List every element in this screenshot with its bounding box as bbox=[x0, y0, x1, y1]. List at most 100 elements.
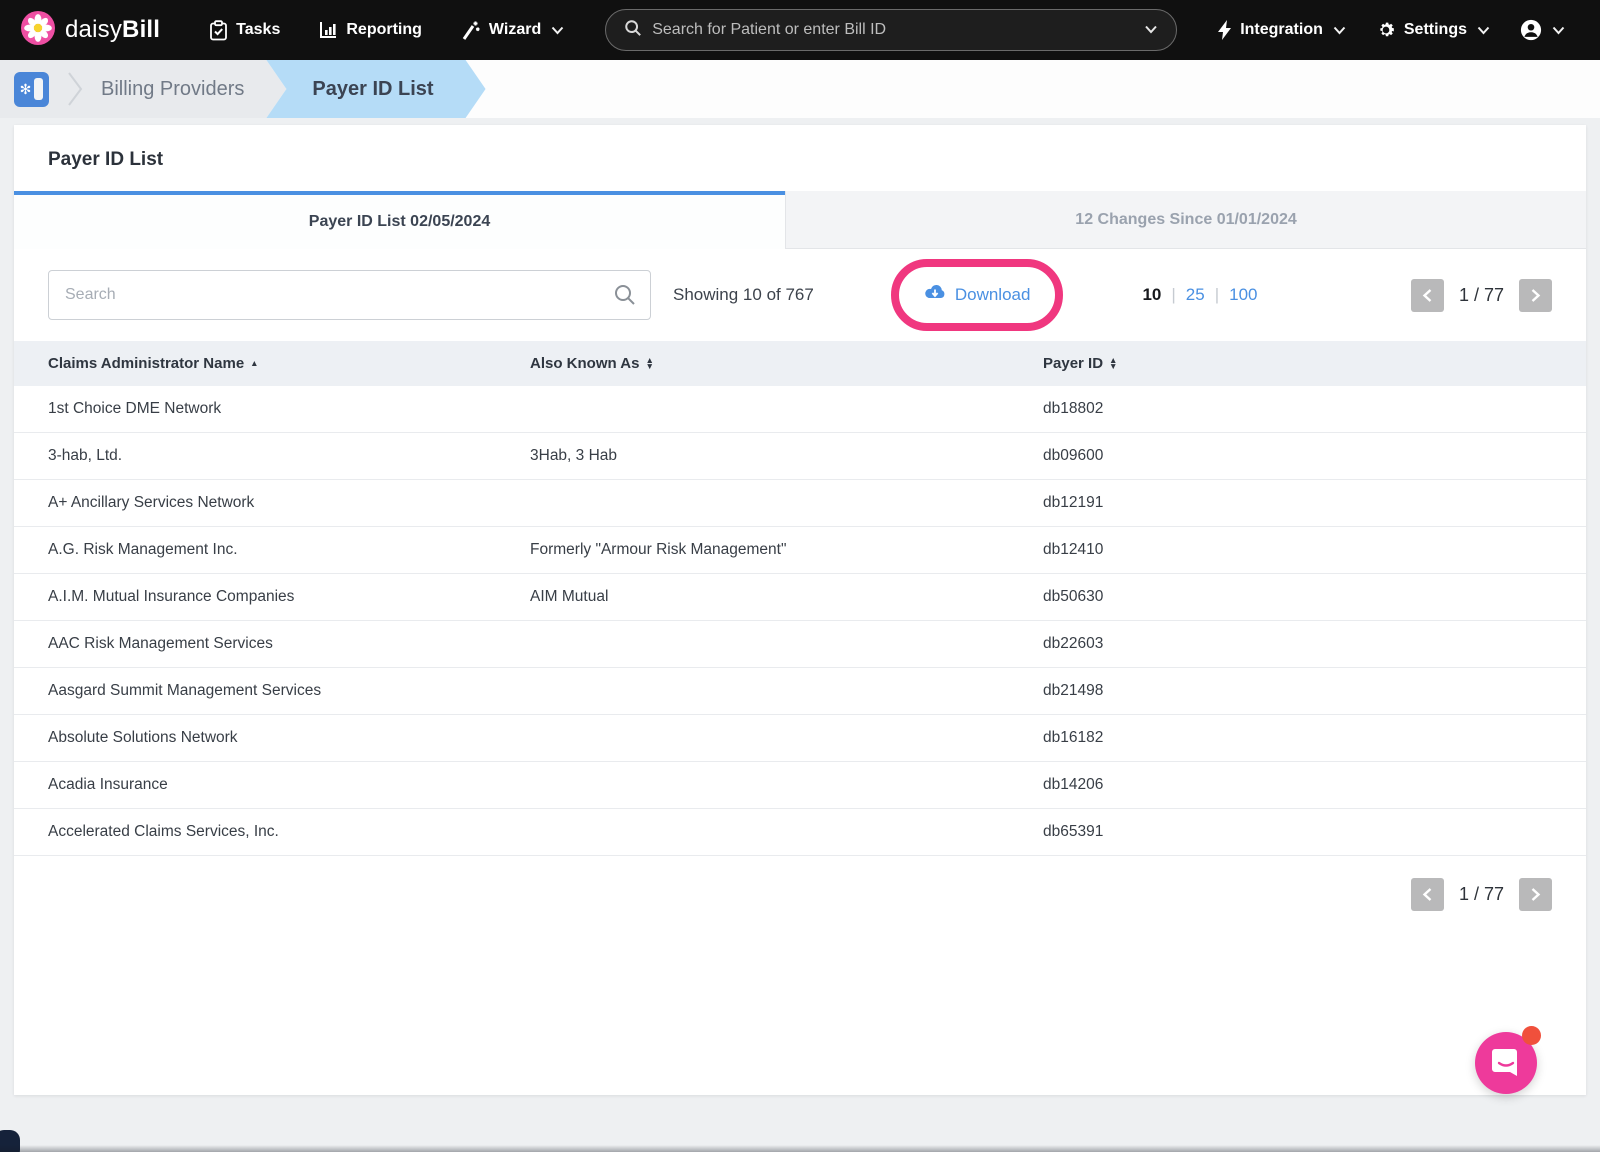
bar-glyph bbox=[34, 78, 43, 100]
breadcrumb-current-label: Payer ID List bbox=[312, 78, 433, 101]
table-row: Aasgard Summit Management Services db214… bbox=[14, 668, 1586, 715]
column-label: Payer ID bbox=[1043, 355, 1103, 372]
daisybill-logo[interactable]: daisyBill bbox=[20, 10, 160, 51]
breadcrumb: ✻ Billing Providers Payer ID List bbox=[0, 60, 1600, 118]
nav-settings[interactable]: Settings bbox=[1361, 0, 1505, 60]
download-button[interactable]: Download bbox=[924, 284, 1031, 306]
reporting-chart-icon bbox=[318, 20, 338, 40]
tab-changes-since[interactable]: 12 Changes Since 01/01/2024 bbox=[785, 191, 1586, 249]
chevron-down-icon[interactable] bbox=[1144, 21, 1158, 39]
chat-bubble-icon bbox=[1489, 1045, 1523, 1082]
table-row: 3-hab, Ltd. 3Hab, 3 Hab db09600 bbox=[14, 433, 1586, 480]
brand-wordmark: daisyBill bbox=[65, 16, 160, 44]
next-page-button[interactable] bbox=[1519, 878, 1552, 911]
nav-integration[interactable]: Integration bbox=[1203, 0, 1361, 60]
cell-claims-admin-name: Acadia Insurance bbox=[48, 776, 530, 794]
cell-claims-admin-name: A+ Ancillary Services Network bbox=[48, 494, 530, 512]
nav-tasks-label: Tasks bbox=[236, 21, 280, 39]
screen-bottom-edge bbox=[0, 1145, 1600, 1152]
sort-asc-icon: ▲ bbox=[250, 361, 258, 366]
window-corner-peek bbox=[0, 1130, 20, 1152]
search-icon bbox=[613, 283, 637, 312]
table-toolbar: Showing 10 of 767 Download 10 | 25 | 100 bbox=[14, 249, 1586, 341]
table-row: 1st Choice DME Network db18802 bbox=[14, 386, 1586, 433]
cell-claims-admin-name: A.I.M. Mutual Insurance Companies bbox=[48, 588, 530, 606]
cell-also-known-as: AIM Mutual bbox=[530, 588, 1043, 606]
nav-right-group: Integration Settings bbox=[1203, 0, 1580, 60]
nav-reporting[interactable]: Reporting bbox=[303, 0, 437, 60]
cell-payer-id: db18802 bbox=[1043, 400, 1552, 418]
user-icon bbox=[1520, 19, 1542, 41]
lightning-bolt-icon bbox=[1218, 20, 1232, 40]
page-size-25[interactable]: 25 bbox=[1186, 285, 1205, 305]
table-row: Absolute Solutions Network db16182 bbox=[14, 715, 1586, 762]
page-title: Payer ID List bbox=[14, 125, 1586, 191]
cell-claims-admin-name: Accelerated Claims Services, Inc. bbox=[48, 823, 530, 841]
prev-page-button[interactable] bbox=[1411, 279, 1444, 312]
tab-payer-id-list[interactable]: Payer ID List 02/05/2024 bbox=[14, 191, 785, 249]
cell-payer-id: db12410 bbox=[1043, 541, 1552, 559]
nav-wizard[interactable]: Wizard bbox=[445, 0, 579, 60]
search-icon bbox=[624, 19, 642, 42]
cell-payer-id: db22603 bbox=[1043, 635, 1552, 653]
page-indicator: 1 / 77 bbox=[1459, 884, 1504, 905]
nav-wizard-label: Wizard bbox=[489, 21, 541, 39]
table-search-input[interactable] bbox=[48, 270, 651, 320]
global-search[interactable] bbox=[605, 9, 1177, 51]
chevron-down-icon bbox=[1477, 26, 1490, 35]
cell-claims-admin-name: AAC Risk Management Services bbox=[48, 635, 530, 653]
sort-both-icon: ▲▼ bbox=[1109, 358, 1117, 369]
separator: | bbox=[1171, 285, 1175, 305]
cell-payer-id: db12191 bbox=[1043, 494, 1552, 512]
download-wrap: Download bbox=[924, 284, 1031, 306]
cell-also-known-as: Formerly "Armour Risk Management" bbox=[530, 541, 1043, 559]
table-search[interactable] bbox=[48, 270, 651, 320]
next-page-button[interactable] bbox=[1519, 279, 1552, 312]
gear-icon bbox=[1376, 20, 1396, 40]
nav-tasks[interactable]: Tasks bbox=[194, 0, 295, 60]
daisy-flower-icon bbox=[20, 10, 56, 51]
tab-changes-since-label: 12 Changes Since 01/01/2024 bbox=[1075, 211, 1296, 229]
chevron-right-icon bbox=[67, 71, 83, 107]
cell-payer-id: db50630 bbox=[1043, 588, 1552, 606]
pagination-bottom: 1 / 77 bbox=[1411, 878, 1552, 911]
column-also-known-as[interactable]: Also Known As ▲▼ bbox=[530, 355, 1043, 372]
payer-id-list-card: Payer ID List Payer ID List 02/05/2024 1… bbox=[14, 125, 1586, 1095]
cell-payer-id: db21498 bbox=[1043, 682, 1552, 700]
cell-payer-id: db65391 bbox=[1043, 823, 1552, 841]
breadcrumb-payer-id-list[interactable]: Payer ID List bbox=[266, 60, 485, 118]
table-body: 1st Choice DME Network db18802 3-hab, Lt… bbox=[14, 386, 1586, 856]
pagination-bottom-wrap: 1 / 77 bbox=[14, 856, 1586, 911]
table-row: A.G. Risk Management Inc. Formerly "Armo… bbox=[14, 527, 1586, 574]
cell-also-known-as: 3Hab, 3 Hab bbox=[530, 447, 1043, 465]
pagination-top: 1 / 77 bbox=[1411, 279, 1552, 312]
page-size-10[interactable]: 10 bbox=[1142, 285, 1161, 305]
cloud-download-icon bbox=[924, 284, 946, 306]
billing-provider-icon[interactable]: ✻ bbox=[14, 72, 49, 107]
page-size-100[interactable]: 100 bbox=[1229, 285, 1257, 305]
column-label: Claims Administrator Name bbox=[48, 355, 244, 372]
table-row: Accelerated Claims Services, Inc. db6539… bbox=[14, 809, 1586, 856]
table-row: A+ Ancillary Services Network db12191 bbox=[14, 480, 1586, 527]
column-claims-admin-name[interactable]: Claims Administrator Name ▲ bbox=[48, 355, 530, 372]
cell-payer-id: db16182 bbox=[1043, 729, 1552, 747]
cell-claims-admin-name: 1st Choice DME Network bbox=[48, 400, 530, 418]
separator: | bbox=[1215, 285, 1219, 305]
showing-count: Showing 10 of 767 bbox=[673, 285, 814, 305]
breadcrumb-gray-segment: ✻ Billing Providers bbox=[0, 60, 286, 118]
tab-bar: Payer ID List 02/05/2024 12 Changes Sinc… bbox=[14, 191, 1586, 249]
chevron-down-icon bbox=[551, 26, 564, 35]
column-label: Also Known As bbox=[530, 355, 639, 372]
page-size-selector: 10 | 25 | 100 bbox=[1142, 285, 1257, 305]
asterisk-glyph: ✻ bbox=[20, 82, 32, 96]
column-payer-id[interactable]: Payer ID ▲▼ bbox=[1043, 355, 1552, 372]
top-nav: daisyBill Tasks Reporting bbox=[0, 0, 1600, 60]
tasks-clipboard-icon bbox=[209, 20, 228, 41]
breadcrumb-billing-providers[interactable]: Billing Providers bbox=[101, 78, 244, 101]
prev-page-button[interactable] bbox=[1411, 878, 1444, 911]
nav-reporting-label: Reporting bbox=[346, 21, 422, 39]
chevron-down-icon bbox=[1333, 26, 1346, 35]
nav-account[interactable] bbox=[1505, 0, 1580, 60]
global-search-input[interactable] bbox=[652, 21, 1134, 39]
cell-claims-admin-name: Absolute Solutions Network bbox=[48, 729, 530, 747]
